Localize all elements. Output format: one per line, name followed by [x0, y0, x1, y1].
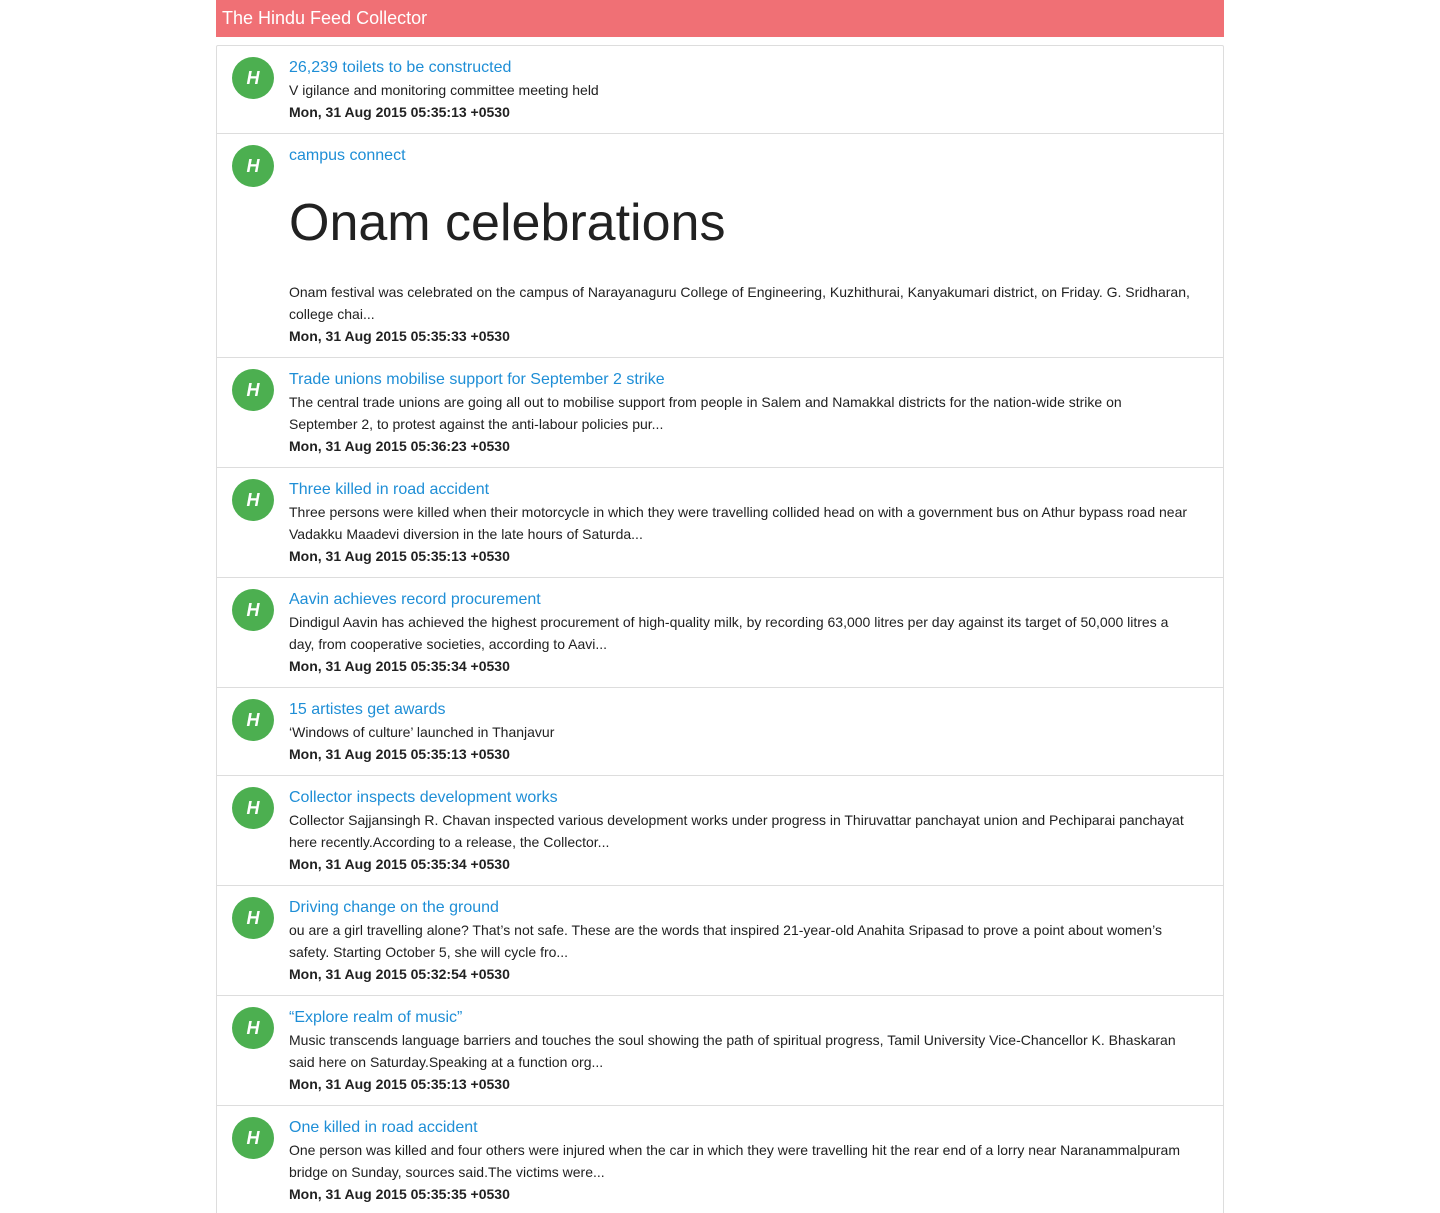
- feed-body: Aavin achieves record procurement Dindig…: [217, 578, 1223, 687]
- feed-body: One killed in road accident One person w…: [217, 1106, 1223, 1213]
- feed-description: Music transcends language barriers and t…: [289, 1032, 1176, 1070]
- feed-title-link[interactable]: 15 artistes get awards: [289, 699, 446, 721]
- feed-avatar-icon: H: [232, 479, 274, 521]
- feed-description: V igilance and monitoring committee meet…: [289, 82, 599, 98]
- feed-item: H Aavin achieves record procurement Dind…: [217, 578, 1223, 688]
- feed-list: H 26,239 toilets to be constructed V igi…: [216, 45, 1224, 1213]
- feed-date: Mon, 31 Aug 2015 05:35:33 +0530: [289, 328, 510, 344]
- feed-item: H Collector inspects development works C…: [217, 776, 1223, 886]
- feed-body: Three killed in road accident Three pers…: [217, 468, 1223, 577]
- feed-item: H Three killed in road accident Three pe…: [217, 468, 1223, 578]
- feed-avatar-icon: H: [232, 1117, 274, 1159]
- app-title: The Hindu Feed Collector: [222, 8, 428, 28]
- feed-body: “Explore realm of music” Music transcend…: [217, 996, 1223, 1105]
- feed-title-link[interactable]: Driving change on the ground: [289, 897, 499, 919]
- feed-body: Driving change on the ground ou are a gi…: [217, 886, 1223, 995]
- feed-title-link[interactable]: Trade unions mobilise support for Septem…: [289, 369, 665, 391]
- feed-date: Mon, 31 Aug 2015 05:35:34 +0530: [289, 856, 510, 872]
- feed-item: H One killed in road accident One person…: [217, 1106, 1223, 1213]
- feed-date: Mon, 31 Aug 2015 05:32:54 +0530: [289, 966, 510, 982]
- feed-item: H 15 artistes get awards ‘Windows of cul…: [217, 688, 1223, 776]
- feed-description: ‘Windows of culture’ launched in Thanjav…: [289, 724, 555, 740]
- feed-item: H campus connect Onam celebrations Onam …: [217, 134, 1223, 358]
- feed-body: Trade unions mobilise support for Septem…: [217, 358, 1223, 467]
- feed-item: H Driving change on the ground ou are a …: [217, 886, 1223, 996]
- feed-date: Mon, 31 Aug 2015 05:36:23 +0530: [289, 438, 510, 454]
- feed-item: H “Explore realm of music” Music transce…: [217, 996, 1223, 1106]
- feed-title-link[interactable]: “Explore realm of music”: [289, 1007, 462, 1029]
- feed-body: 15 artistes get awards ‘Windows of cultu…: [217, 688, 1223, 775]
- feed-date: Mon, 31 Aug 2015 05:35:13 +0530: [289, 548, 510, 564]
- feed-avatar-icon: H: [232, 787, 274, 829]
- feed-description: One person was killed and four others we…: [289, 1142, 1181, 1180]
- feed-title-link[interactable]: One killed in road accident: [289, 1117, 478, 1139]
- feed-description: The central trade unions are going all o…: [289, 394, 1122, 432]
- feed-avatar-icon: H: [232, 589, 274, 631]
- feed-avatar-icon: H: [232, 57, 274, 99]
- feed-avatar-icon: H: [232, 145, 274, 187]
- feed-date: Mon, 31 Aug 2015 05:35:13 +0530: [289, 1076, 510, 1092]
- feed-avatar-icon: H: [232, 897, 274, 939]
- feed-description: Three persons were killed when their mot…: [289, 504, 1188, 542]
- feed-title-link[interactable]: 26,239 toilets to be constructed: [289, 57, 511, 79]
- feed-item: H 26,239 toilets to be constructed V igi…: [217, 46, 1223, 134]
- feed-body: Collector inspects development works Col…: [217, 776, 1223, 885]
- feed-description: Collector Sajjansingh R. Chavan inspecte…: [289, 812, 1184, 850]
- feed-description: Onam festival was celebrated on the camp…: [289, 284, 1190, 322]
- feed-avatar-icon: H: [232, 699, 274, 741]
- feed-title-link[interactable]: Three killed in road accident: [289, 479, 489, 501]
- feed-body: 26,239 toilets to be constructed V igila…: [217, 46, 1223, 133]
- feed-title-link[interactable]: Collector inspects development works: [289, 787, 558, 809]
- app-header: The Hindu Feed Collector: [216, 0, 1224, 37]
- feed-date: Mon, 31 Aug 2015 05:35:13 +0530: [289, 746, 510, 762]
- feed-body: campus connect Onam celebrations Onam fe…: [217, 134, 1223, 357]
- feed-title-link[interactable]: Aavin achieves record procurement: [289, 589, 541, 611]
- feed-date: Mon, 31 Aug 2015 05:35:34 +0530: [289, 658, 510, 674]
- feed-date: Mon, 31 Aug 2015 05:35:35 +0530: [289, 1186, 510, 1202]
- feed-item: H Trade unions mobilise support for Sept…: [217, 358, 1223, 468]
- feed-date: Mon, 31 Aug 2015 05:35:13 +0530: [289, 104, 510, 120]
- feed-description: ou are a girl travelling alone? That’s n…: [289, 922, 1162, 960]
- feed-avatar-icon: H: [232, 1007, 274, 1049]
- page: The Hindu Feed Collector H 26,239 toilet…: [216, 0, 1224, 1213]
- feed-avatar-icon: H: [232, 369, 274, 411]
- feed-description: Dindigul Aavin has achieved the highest …: [289, 614, 1169, 652]
- feed-heading: Onam celebrations: [289, 194, 726, 252]
- feed-title-link[interactable]: campus connect: [289, 145, 406, 167]
